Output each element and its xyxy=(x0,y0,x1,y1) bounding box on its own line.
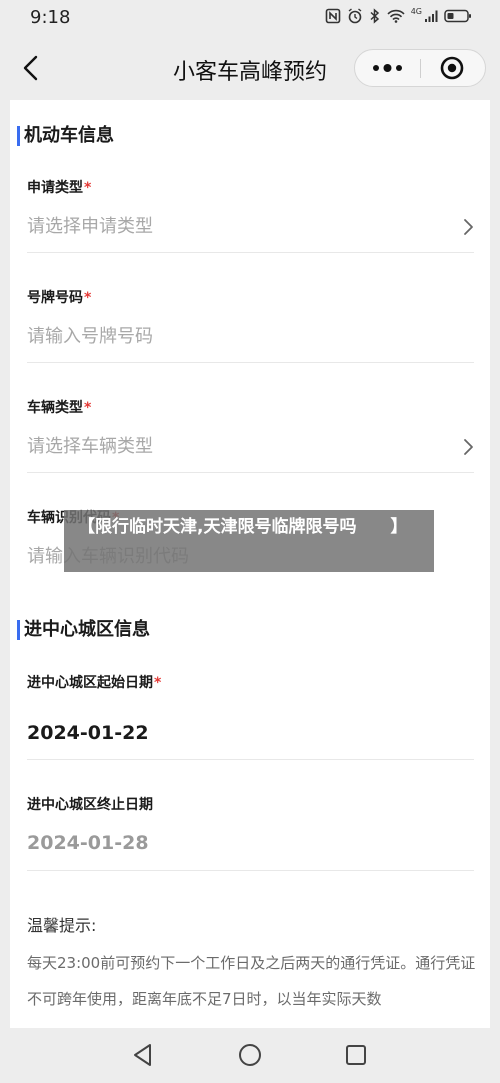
end-date-value: 2024-01-28 xyxy=(27,832,149,854)
square-recents-icon xyxy=(346,1045,366,1065)
wifi-icon xyxy=(387,9,405,23)
apply-type-select[interactable] xyxy=(27,206,474,246)
network-type-label: 4G xyxy=(410,6,422,16)
system-back-button[interactable] xyxy=(130,1042,156,1068)
mini-program-capsule xyxy=(354,49,486,87)
field-divider xyxy=(27,759,474,760)
status-bar: 9:18 4G xyxy=(0,0,500,38)
plate-number-input[interactable] xyxy=(27,316,474,356)
navigation-bar: 小客车高峰预约 xyxy=(0,38,500,100)
field-divider xyxy=(27,472,474,473)
required-mark: * xyxy=(84,180,92,196)
close-mini-program-button[interactable] xyxy=(421,50,485,86)
field-label-start-date: 进中心城区起始日期* xyxy=(27,672,161,692)
overlay-banner: 【限行临时天津,天津限号临牌限号吗 】 xyxy=(64,510,434,572)
more-button[interactable] xyxy=(355,50,420,86)
system-home-button[interactable] xyxy=(237,1042,263,1068)
more-dots-icon xyxy=(373,64,402,72)
circle-home-icon xyxy=(239,1044,261,1066)
section-title-vehicle: 机动车信息 xyxy=(17,126,114,146)
chevron-right-icon xyxy=(464,219,473,235)
field-label-plate-number: 号牌号码* xyxy=(27,287,91,307)
start-date-value[interactable]: 2024-01-22 xyxy=(27,722,149,744)
battery-icon xyxy=(444,9,472,23)
nfc-icon xyxy=(325,8,341,24)
field-label-text: 进中心城区起始日期 xyxy=(27,675,153,691)
field-label-text: 号牌号码 xyxy=(27,290,83,306)
triangle-back-icon xyxy=(134,1044,151,1066)
required-mark: * xyxy=(84,290,92,306)
system-recents-button[interactable] xyxy=(343,1042,369,1068)
field-label-text: 进中心城区终止日期 xyxy=(27,797,153,813)
field-label-text: 车辆类型 xyxy=(27,400,83,416)
field-divider xyxy=(27,252,474,253)
status-icons: 4G xyxy=(325,6,472,24)
section-title-city: 进中心城区信息 xyxy=(17,620,150,640)
bluetooth-icon xyxy=(369,8,381,24)
target-icon xyxy=(440,56,464,80)
alarm-icon xyxy=(347,8,363,24)
vehicle-type-select[interactable] xyxy=(27,426,474,466)
status-time: 9:18 xyxy=(30,7,71,28)
field-divider xyxy=(27,362,474,363)
chevron-right-icon xyxy=(464,439,473,455)
field-label-text: 申请类型 xyxy=(27,180,83,196)
app-window: 9:18 4G 小客车高峰预约 机动车信息 申请类型* 请选择申请类型 号牌号码… xyxy=(0,0,500,1083)
field-label-vehicle-type: 车辆类型* xyxy=(27,397,91,417)
tips-title: 温馨提示: xyxy=(27,916,97,935)
required-mark: * xyxy=(84,400,92,416)
field-label-apply-type: 申请类型* xyxy=(27,177,91,197)
field-label-end-date: 进中心城区终止日期 xyxy=(27,794,153,814)
tips-text: 每天23:00前可预约下一个工作日及之后两天的通行凭证。通行凭证不可跨年使用，距… xyxy=(27,954,476,1008)
system-navigation-bar xyxy=(0,1028,500,1083)
signal-icon xyxy=(424,9,438,23)
field-divider xyxy=(27,870,474,871)
required-mark: * xyxy=(154,675,162,691)
